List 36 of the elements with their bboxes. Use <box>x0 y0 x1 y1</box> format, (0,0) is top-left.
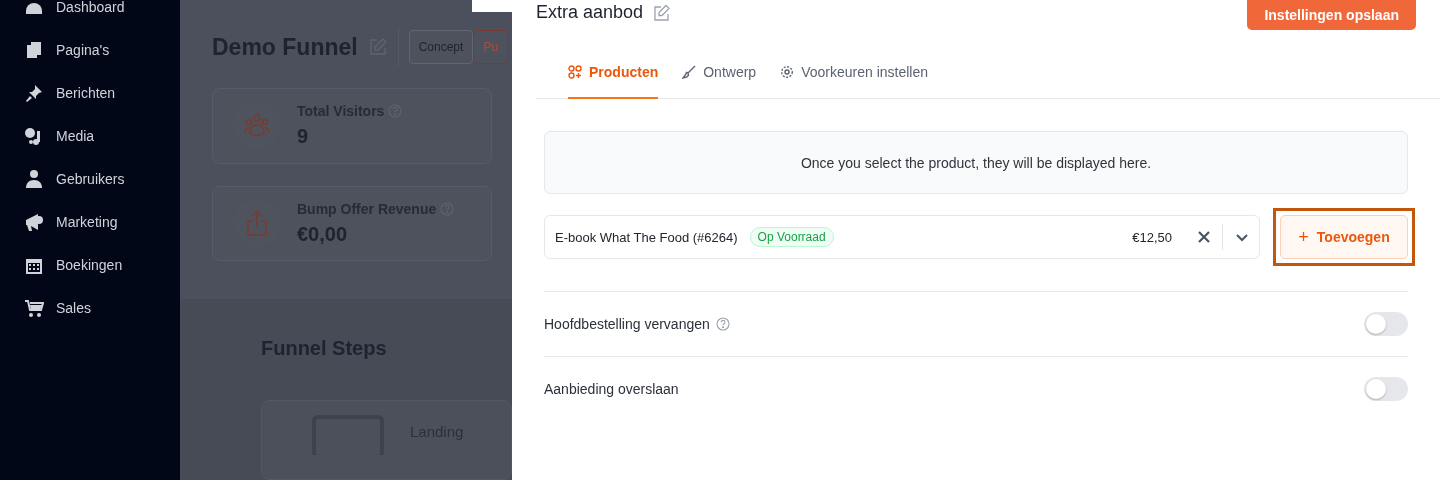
share-icon <box>246 209 268 238</box>
people-icon <box>243 112 271 139</box>
sidebar-item[interactable]: Media <box>56 128 95 144</box>
sidebar-item[interactable]: Dashboard <box>56 0 125 15</box>
toggle-label: Hoofdbestelling vervangen <box>544 316 710 332</box>
gauge-icon <box>24 0 44 17</box>
toggle-switch[interactable] <box>1364 312 1408 336</box>
cart-icon <box>24 298 44 318</box>
tab[interactable]: Ontwerp <box>682 64 757 99</box>
megaphone-icon <box>24 212 44 232</box>
chevron-down-icon[interactable] <box>1235 232 1249 242</box>
sidebar-item[interactable]: Sales <box>56 300 92 316</box>
help-icon <box>715 317 730 331</box>
drawer-title: Extra aanbod <box>536 2 644 23</box>
user-icon <box>24 169 44 189</box>
sidebar-item[interactable]: Marketing <box>56 214 118 230</box>
product-name: E-book What The Food (#6264) <box>555 229 738 245</box>
sidebar-item[interactable]: Gebruikers <box>56 171 125 187</box>
pin-icon <box>24 83 44 103</box>
tab[interactable]: Voorkeuren instellen <box>780 64 929 99</box>
tab[interactable]: Producten <box>568 64 659 99</box>
toggle-label: Aanbieding overslaan <box>544 381 679 397</box>
stock-badge: Op Voorraad <box>749 227 834 247</box>
sidebar-item[interactable]: Berichten <box>56 85 116 101</box>
grid-icon <box>568 65 582 79</box>
settings-icon <box>780 65 795 79</box>
pages-icon <box>24 40 44 60</box>
clear-icon[interactable] <box>1198 231 1210 243</box>
sidebar-item[interactable]: Boekingen <box>56 257 123 273</box>
edit-icon[interactable] <box>653 3 672 22</box>
toggle-switch[interactable] <box>1364 377 1408 401</box>
product-select[interactable]: E-book What The Food (#6264) Op Voorraad €12,50 <box>544 215 1260 259</box>
info-message: Once you select the product, they will be displayed here. <box>544 131 1408 194</box>
sidebar-item[interactable]: Pagina's <box>56 42 110 58</box>
brush-icon <box>682 65 697 79</box>
product-price: €12,50 <box>1132 229 1172 245</box>
